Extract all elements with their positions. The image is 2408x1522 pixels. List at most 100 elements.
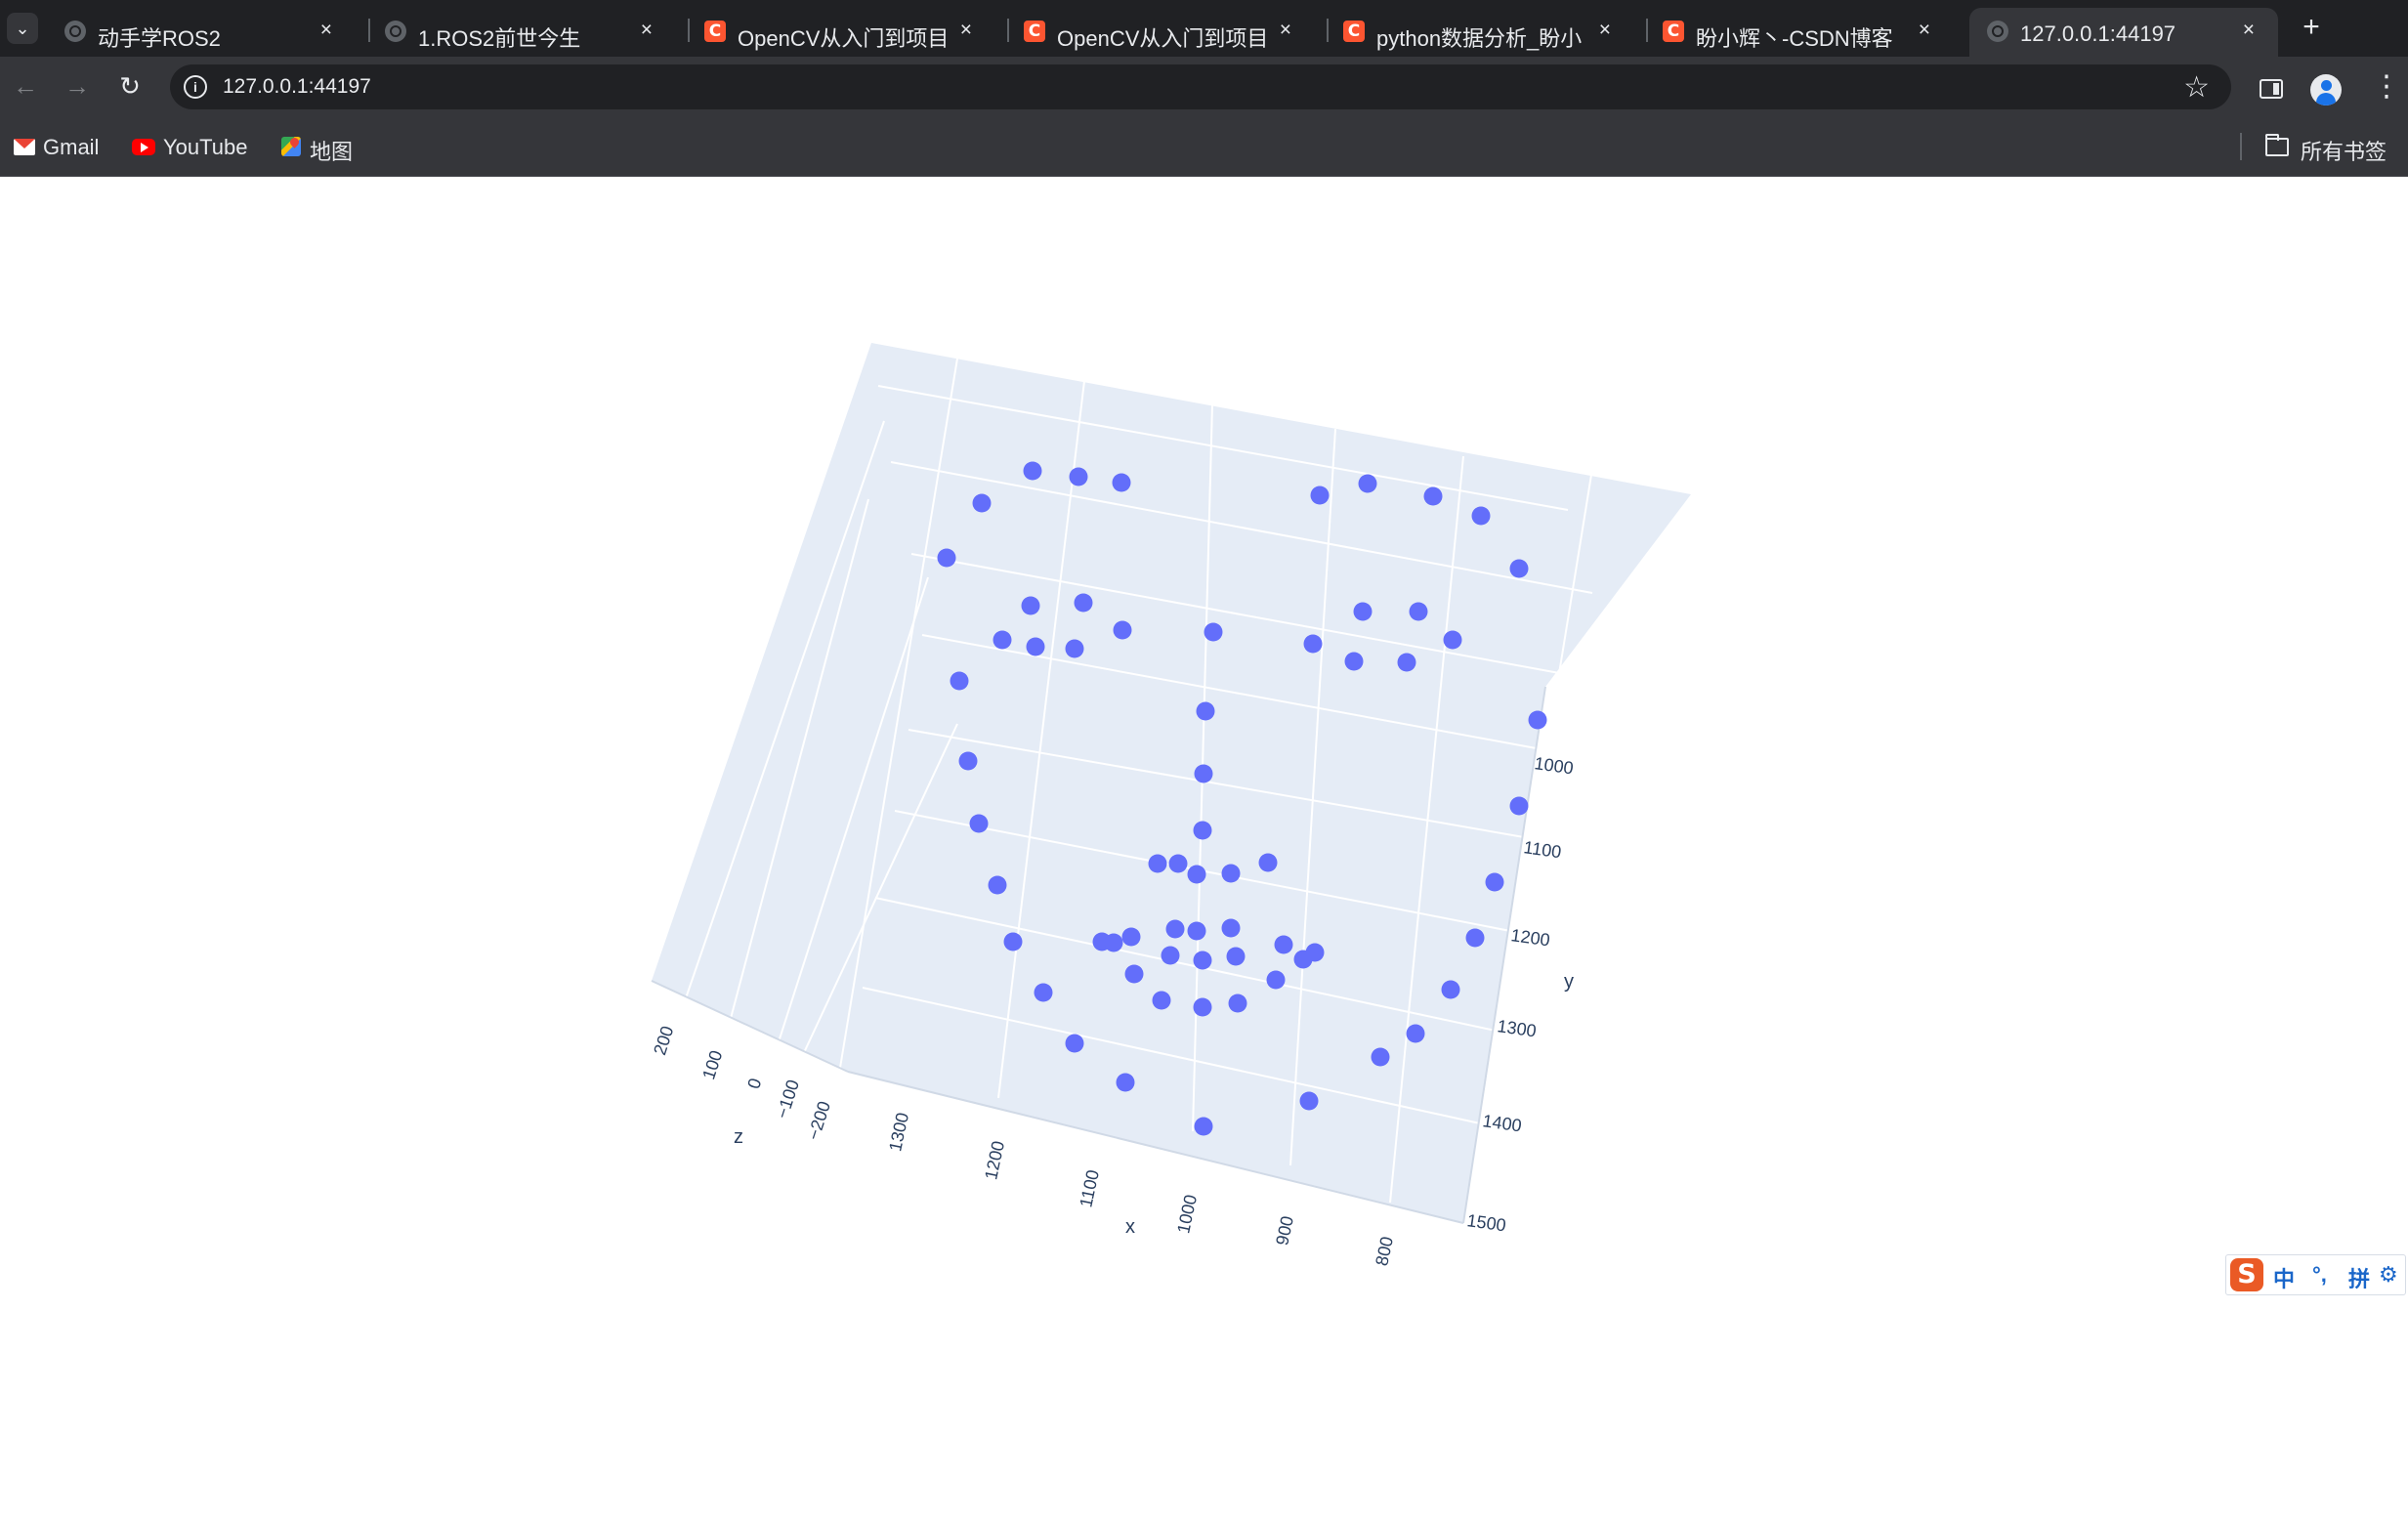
close-icon[interactable]: ×	[1280, 19, 1291, 42]
tab-opencv-1[interactable]: C OpenCV从入门到项目 ×	[687, 8, 995, 57]
data-point[interactable]	[1406, 1024, 1425, 1043]
data-point[interactable]	[1274, 935, 1293, 954]
data-point[interactable]	[1069, 467, 1088, 486]
data-point[interactable]	[1065, 1034, 1084, 1053]
reload-button[interactable]: ↻	[113, 69, 147, 103]
data-point[interactable]	[1471, 506, 1491, 526]
data-point[interactable]	[1299, 1091, 1319, 1111]
data-point[interactable]	[1196, 701, 1215, 721]
data-point[interactable]	[1441, 980, 1460, 999]
tab-search-button[interactable]: ⌄	[7, 13, 38, 44]
data-point[interactable]	[1485, 872, 1504, 892]
data-point[interactable]	[1194, 1117, 1213, 1136]
data-point[interactable]	[1113, 620, 1132, 640]
data-point[interactable]	[1371, 1047, 1390, 1067]
data-point[interactable]	[1104, 933, 1123, 952]
data-point[interactable]	[1026, 637, 1045, 656]
menu-icon[interactable]: ⋮	[2372, 70, 2401, 104]
side-panel-icon[interactable]	[2260, 79, 2283, 99]
data-point[interactable]	[972, 493, 992, 513]
scatter3d-chart[interactable]: 1300120011001000 900800 10001100120013001…	[0, 177, 2408, 1522]
tab-localhost[interactable]: 127.0.0.1:44197 ×	[1969, 8, 2278, 57]
tab-ros2[interactable]: 动手学ROS2 ×	[47, 8, 356, 57]
bookmark-maps[interactable]: 地图	[279, 130, 358, 164]
data-point[interactable]	[969, 814, 989, 833]
data-point[interactable]	[937, 548, 956, 568]
data-point[interactable]	[1152, 991, 1171, 1010]
bookmark-youtube[interactable]: YouTube	[130, 130, 257, 163]
close-icon[interactable]: ×	[320, 19, 332, 42]
data-point[interactable]	[1112, 473, 1131, 492]
data-point[interactable]	[1528, 710, 1547, 730]
data-point[interactable]	[1221, 918, 1241, 938]
data-point[interactable]	[1034, 983, 1053, 1002]
data-point[interactable]	[1310, 486, 1330, 505]
data-point[interactable]	[1187, 921, 1206, 941]
data-point[interactable]	[1121, 927, 1141, 947]
data-point[interactable]	[1023, 461, 1042, 481]
data-point[interactable]	[1303, 634, 1323, 654]
bookmark-star-icon[interactable]: ☆	[2183, 70, 2210, 105]
data-point[interactable]	[1187, 865, 1206, 884]
data-point[interactable]	[1193, 821, 1212, 840]
data-point[interactable]	[1305, 943, 1325, 962]
data-point[interactable]	[958, 751, 978, 771]
all-bookmarks-button[interactable]: 所有书签	[2265, 130, 2402, 164]
close-icon[interactable]: ×	[1919, 19, 1930, 42]
bookmark-gmail[interactable]: Gmail	[12, 130, 109, 163]
close-icon[interactable]: ×	[2243, 19, 2255, 42]
data-point[interactable]	[1124, 964, 1144, 984]
data-point[interactable]	[1344, 652, 1364, 671]
data-point[interactable]	[993, 630, 1012, 650]
address-bar[interactable]: i 127.0.0.1:44197 ☆	[170, 64, 2231, 109]
address-text[interactable]: 127.0.0.1:44197	[223, 75, 371, 99]
tab-python-analysis[interactable]: C python数据分析_盼小 ×	[1326, 8, 1634, 57]
data-point[interactable]	[1204, 622, 1223, 642]
tab-csdn-blog[interactable]: C 盼小辉丶-CSDN博客 ×	[1645, 8, 1954, 57]
site-info-icon[interactable]: i	[184, 75, 207, 99]
data-point[interactable]	[1465, 928, 1485, 948]
close-icon[interactable]: ×	[641, 19, 653, 42]
data-point[interactable]	[1509, 796, 1529, 816]
data-point[interactable]	[1165, 919, 1185, 939]
data-point[interactable]	[1221, 864, 1241, 883]
plot-area[interactable]: 1300 1200 1100 1000 900 800 1000 1100 1200 1300 1…	[0, 177, 2408, 1522]
tab-ros2-history[interactable]: 1.ROS2前世今生 ×	[367, 8, 676, 57]
ime-pinyin-mode[interactable]: 拼	[2348, 1262, 2370, 1293]
data-point[interactable]	[1409, 602, 1428, 621]
data-point[interactable]	[1358, 474, 1377, 493]
data-point[interactable]	[1228, 994, 1247, 1013]
data-point[interactable]	[1258, 853, 1278, 872]
data-point[interactable]	[1065, 639, 1084, 658]
close-icon[interactable]: ×	[960, 19, 972, 42]
data-point[interactable]	[950, 671, 969, 691]
data-point[interactable]	[1003, 932, 1023, 951]
ime-language-toggle[interactable]: 中	[2273, 1262, 2295, 1293]
ime-toolbar[interactable]: S 中 °, 拼 ⚙	[2225, 1254, 2406, 1295]
tab-opencv-2[interactable]: C OpenCV从入门到项目 ×	[1006, 8, 1315, 57]
data-point[interactable]	[1148, 854, 1167, 873]
data-point[interactable]	[988, 875, 1007, 895]
forward-button[interactable]: →	[61, 69, 94, 103]
profile-avatar-icon[interactable]	[2310, 74, 2342, 106]
back-button[interactable]: ←	[9, 69, 42, 103]
data-point[interactable]	[1423, 486, 1443, 506]
close-icon[interactable]: ×	[1599, 19, 1611, 42]
data-point[interactable]	[1266, 970, 1286, 990]
data-point[interactable]	[1074, 593, 1093, 613]
data-point[interactable]	[1193, 997, 1212, 1017]
data-point[interactable]	[1193, 951, 1212, 970]
data-point[interactable]	[1509, 559, 1529, 578]
data-point[interactable]	[1116, 1073, 1135, 1092]
data-point[interactable]	[1194, 764, 1213, 783]
data-point[interactable]	[1353, 602, 1373, 621]
ime-punctuation-toggle[interactable]: °,	[2312, 1262, 2327, 1288]
settings-icon[interactable]: ⚙	[2379, 1262, 2398, 1288]
data-point[interactable]	[1443, 630, 1462, 650]
data-point[interactable]	[1161, 946, 1180, 965]
new-tab-button[interactable]: +	[2296, 12, 2327, 43]
data-point[interactable]	[1226, 947, 1246, 966]
data-point[interactable]	[1397, 653, 1416, 672]
data-point[interactable]	[1021, 596, 1040, 615]
data-point[interactable]	[1168, 854, 1188, 873]
